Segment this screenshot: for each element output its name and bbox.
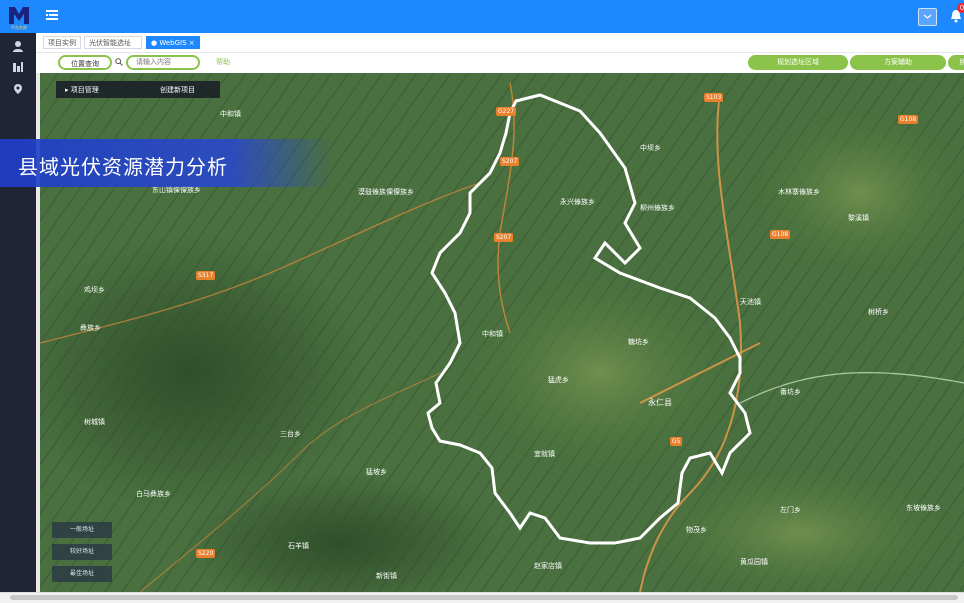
tab-project-instance[interactable]: 项目实例 [43,36,81,49]
search-input[interactable] [126,55,200,70]
legend-item-good[interactable]: 较好场址 [52,544,112,560]
place-label: 柳州傣族乡 [640,204,675,212]
road-marker: S103 [704,93,724,102]
place-label: 天池镇 [740,298,761,306]
place-label: 中和镇 [220,110,241,118]
place-label: 新街镇 [376,572,397,580]
banner-title: 县域光伏资源潜力分析 [18,155,228,179]
legend-item-best[interactable]: 最佳场址 [52,566,112,582]
road-marker: G108 [770,230,791,239]
analysis-banner: 县域光伏资源潜力分析 [0,139,332,187]
place-label: 中和镇 [482,330,503,338]
place-label: 永兴傣族乡 [560,198,595,206]
place-label: 左门乡 [780,506,801,514]
plan-area-button[interactable]: 规划选址区域 [748,55,848,70]
place-label: 物茂乡 [686,526,707,534]
top-header-bar: 平台名称 0 [0,0,964,33]
tab-pv-site-selection[interactable]: 光伏智能选址 × [84,36,142,60]
place-label: 番坊乡 [780,388,801,396]
road-marker: G108 [898,115,919,124]
place-label: 糖坊乡 [628,338,649,346]
place-label: 木林寨傣族乡 [778,188,820,196]
road-marker: G5 [670,437,683,446]
road-marker: S317 [196,271,216,280]
place-label: 东坡傣族乡 [906,504,941,512]
location-query-button[interactable]: 位置查询 [58,55,112,70]
location-pin-icon[interactable] [12,83,24,95]
place-label: 黄瓜园镇 [740,558,768,566]
project-panel: ▸ 项目管理 创建新项目 [56,81,220,98]
place-label: 石羊镇 [288,542,309,550]
place-label: 黎溪镇 [848,214,869,222]
road-marker: G227 [496,107,517,116]
stats-button[interactable]: 统 [948,55,964,70]
logo-text: 平台名称 [11,24,27,30]
county-seat-label: 永仁县 [648,398,672,407]
sidebar [0,33,36,602]
tab-webgis[interactable]: ● WebGIS × [146,36,200,49]
fullscreen-icon [923,14,932,19]
app-logo[interactable]: 平台名称 [6,4,32,30]
menu-toggle-icon[interactable] [46,10,58,20]
place-label: 树桥乡 [868,308,889,316]
place-label: 宜就镇 [534,450,555,458]
tab-bar: 项目实例 光伏智能选址 × ● WebGIS × [36,33,964,60]
place-label: 白马彝族乡 [136,490,171,498]
scheme-assist-button[interactable]: 方案辅助 [850,55,946,70]
place-label: 树城镇 [84,418,105,426]
map-toolbar: 位置查询 帮助 规划选址区域 方案辅助 统 [36,53,964,73]
search-icon[interactable] [115,58,123,66]
user-icon[interactable] [12,40,24,52]
place-label: 中坝乡 [640,144,661,152]
road-marker: S220 [196,549,216,558]
chart-icon[interactable] [12,61,24,73]
road-marker: S207 [500,157,520,166]
place-label: 猛虎乡 [548,376,569,384]
place-label: 鸡坝乡 [84,286,105,294]
fullscreen-button[interactable] [918,8,937,26]
place-label: 三台乡 [280,430,301,438]
help-link[interactable]: 帮助 [208,55,238,70]
create-project-button[interactable]: 创建新项目 [160,85,195,95]
place-label: 彝族乡 [80,324,101,332]
legend-item-general[interactable]: 一般场址 [52,522,112,538]
horizontal-scrollbar[interactable] [0,592,964,603]
project-manage-button[interactable]: ▸ 项目管理 [65,85,99,95]
road-marker: S207 [494,233,514,242]
place-label: 漠鼓傣族傈僳族乡 [358,188,414,196]
scrollbar-thumb[interactable] [10,595,958,600]
notification-badge: 0 [957,3,964,13]
place-label: 猛坡乡 [366,468,387,476]
place-label: 赵家店镇 [534,562,562,570]
